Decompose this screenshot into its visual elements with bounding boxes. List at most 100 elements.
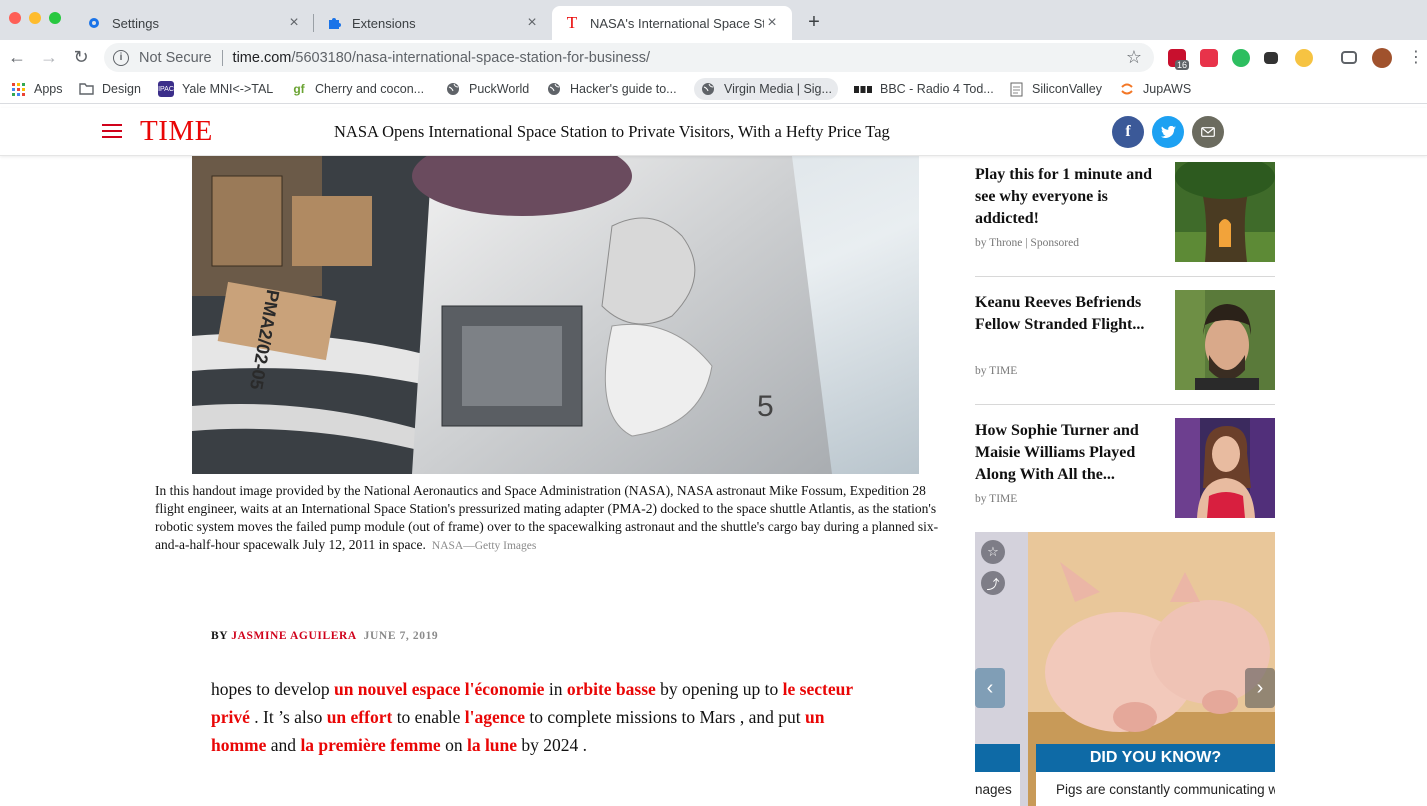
bookmark-cherry[interactable]: gf Cherry and cocon... (285, 78, 430, 100)
bookmark-apps[interactable]: Apps (4, 78, 69, 100)
evernote-extension-icon[interactable] (1232, 49, 1250, 67)
image-caption: In this handout image provided by the Na… (155, 482, 955, 555)
bookmark-label: BBC - Radio 4 Tod... (880, 82, 994, 96)
bbc-icon (854, 81, 872, 97)
bookmark-design[interactable]: Design (72, 78, 147, 100)
bookmark-star-icon[interactable]: ☆ (1126, 47, 1142, 68)
highlighted-phrase[interactable]: un effort (327, 707, 393, 727)
ad-favorite-icon[interactable]: ☆ (981, 540, 1005, 564)
header-headline: NASA Opens International Space Station t… (334, 122, 890, 141)
body-text: in (544, 679, 567, 699)
profile-avatar[interactable] (1372, 48, 1392, 68)
ipac-icon: IPAC (158, 81, 174, 97)
bookmark-label: Hacker's guide to... (570, 82, 677, 96)
ad-side-banner (975, 744, 1020, 772)
folder-icon (78, 81, 94, 97)
photo-credit: NASA—Getty Images (431, 540, 537, 552)
body-text: on (440, 735, 467, 755)
bookmark-hackers-guide[interactable]: Hacker's guide to... (540, 78, 683, 100)
ad-share-icon[interactable]: ⤴ (981, 571, 1005, 595)
email-share-icon[interactable] (1192, 116, 1224, 148)
url-host: time.com (232, 49, 292, 66)
menu-hamburger-icon[interactable] (102, 124, 122, 138)
sidebar-card-sophie[interactable]: How Sophie Turner and Maisie Williams Pl… (975, 418, 1275, 528)
info-icon[interactable]: i (113, 49, 129, 66)
hero-suit-number: 5 (757, 390, 774, 423)
highlighted-phrase[interactable]: la première femme (300, 735, 440, 755)
highlighted-phrase[interactable]: un nouvel espace l'économie (334, 679, 544, 699)
menu-dots-icon[interactable]: ⋮ (1405, 46, 1427, 68)
highlighted-phrase[interactable]: orbite basse (567, 679, 656, 699)
card-byline: by Throne | Sponsored (975, 237, 1079, 249)
puzzle-icon (326, 15, 342, 31)
bookmark-label: JupAWS (1143, 82, 1192, 96)
tab-time-article[interactable]: T NASA's International Space Sta × (552, 6, 792, 40)
close-icon[interactable]: × (524, 14, 540, 31)
author-link[interactable]: JASMINE AGUILERA (231, 630, 356, 642)
bookmark-label: Virgin Media | Sig... (724, 82, 832, 96)
highlighted-phrase[interactable]: l'agence (465, 707, 525, 727)
tab-title: NASA's International Space Sta (590, 15, 764, 31)
address-bar[interactable]: i Not Secure time.com/5603180/nasa-inter… (104, 43, 1154, 72)
maximize-window-button[interactable] (49, 12, 61, 24)
reload-button[interactable]: ↻ (70, 46, 92, 68)
pigs-advertisement[interactable]: ☆ ⤴ ‹ › nages DID YOU KNOW? Pigs are con… (975, 532, 1275, 806)
document-icon (1008, 81, 1024, 97)
bookmark-label: Design (102, 82, 141, 96)
close-window-button[interactable] (9, 12, 21, 24)
bookmark-bbc[interactable]: BBC - Radio 4 Tod... (848, 78, 1000, 100)
facebook-share-icon[interactable]: f (1112, 116, 1144, 148)
bookmark-puckworld[interactable]: PuckWorld (439, 78, 535, 100)
hero-image-astronaut: PMA2/02-05 5 (192, 156, 919, 474)
time-logo[interactable]: TIME (140, 115, 213, 148)
sidebar-card-keanu[interactable]: Keanu Reeves Befriends Fellow Stranded F… (975, 290, 1275, 400)
jupyter-icon (1119, 81, 1135, 97)
body-text: to enable (392, 707, 465, 727)
security-label: Not Secure (139, 49, 212, 66)
gf-icon: gf (293, 82, 305, 96)
site-header: TIME NASA Opens International Space Stat… (0, 108, 1427, 156)
card-title[interactable]: Play this for 1 minute and see why every… (975, 164, 1165, 230)
close-icon[interactable]: × (764, 14, 780, 31)
download-extension-icon[interactable] (1264, 52, 1278, 64)
card-thumbnail[interactable] (1175, 418, 1275, 518)
emoji-extension-icon[interactable] (1295, 49, 1313, 67)
divider (221, 49, 223, 66)
tab-extensions[interactable]: Extensions × (314, 6, 552, 40)
tab-settings[interactable]: Settings × (74, 6, 314, 40)
ad-prev-arrow-icon[interactable]: ‹ (975, 668, 1005, 708)
bookmark-yale[interactable]: IPAC Yale MNI<->TAL (152, 78, 279, 100)
close-icon[interactable]: × (286, 14, 302, 31)
cast-icon[interactable] (1341, 51, 1357, 64)
bookmarks-bar: Apps Design IPAC Yale MNI<->TAL gf Cherr… (0, 74, 1427, 104)
bookmark-siliconvalley[interactable]: SiliconValley (1002, 78, 1108, 100)
globe-icon (546, 81, 562, 97)
ad-next-arrow-icon[interactable]: › (1245, 668, 1275, 708)
gear-icon (86, 15, 102, 31)
card-byline: by TIME (975, 493, 1018, 505)
highlighted-phrase[interactable]: la lune (467, 735, 517, 755)
article-body: hopes to develop un nouvel espace l'écon… (211, 675, 861, 759)
body-text: hopes to develop (211, 679, 334, 699)
twitter-share-icon[interactable] (1152, 116, 1184, 148)
new-tab-button[interactable]: + (802, 10, 826, 34)
byline-prefix: BY (211, 630, 228, 642)
forward-button[interactable]: → (38, 46, 60, 68)
card-thumbnail[interactable] (1175, 162, 1275, 262)
bookmark-label: PuckWorld (469, 82, 530, 96)
url-path: /5603180/nasa-international-space-statio… (291, 49, 651, 66)
tab-title: Settings (112, 15, 159, 31)
tab-strip: Settings × Extensions × T NASA's Interna… (0, 0, 1427, 40)
bookmark-label: Apps (34, 82, 63, 96)
back-button[interactable]: ← (6, 46, 28, 68)
card-title[interactable]: How Sophie Turner and Maisie Williams Pl… (975, 420, 1165, 486)
minimize-window-button[interactable] (29, 12, 41, 24)
sidebar-card-throne[interactable]: Play this for 1 minute and see why every… (975, 162, 1275, 272)
pocket-extension-icon[interactable] (1200, 49, 1218, 67)
card-thumbnail[interactable] (1175, 290, 1275, 390)
tab-title: Extensions (352, 15, 416, 31)
bookmark-virgin-media[interactable]: Virgin Media | Sig... (694, 78, 838, 100)
sidebar-divider (975, 276, 1275, 277)
bookmark-jupaws[interactable]: JupAWS (1113, 78, 1197, 100)
card-title[interactable]: Keanu Reeves Befriends Fellow Stranded F… (975, 292, 1165, 336)
